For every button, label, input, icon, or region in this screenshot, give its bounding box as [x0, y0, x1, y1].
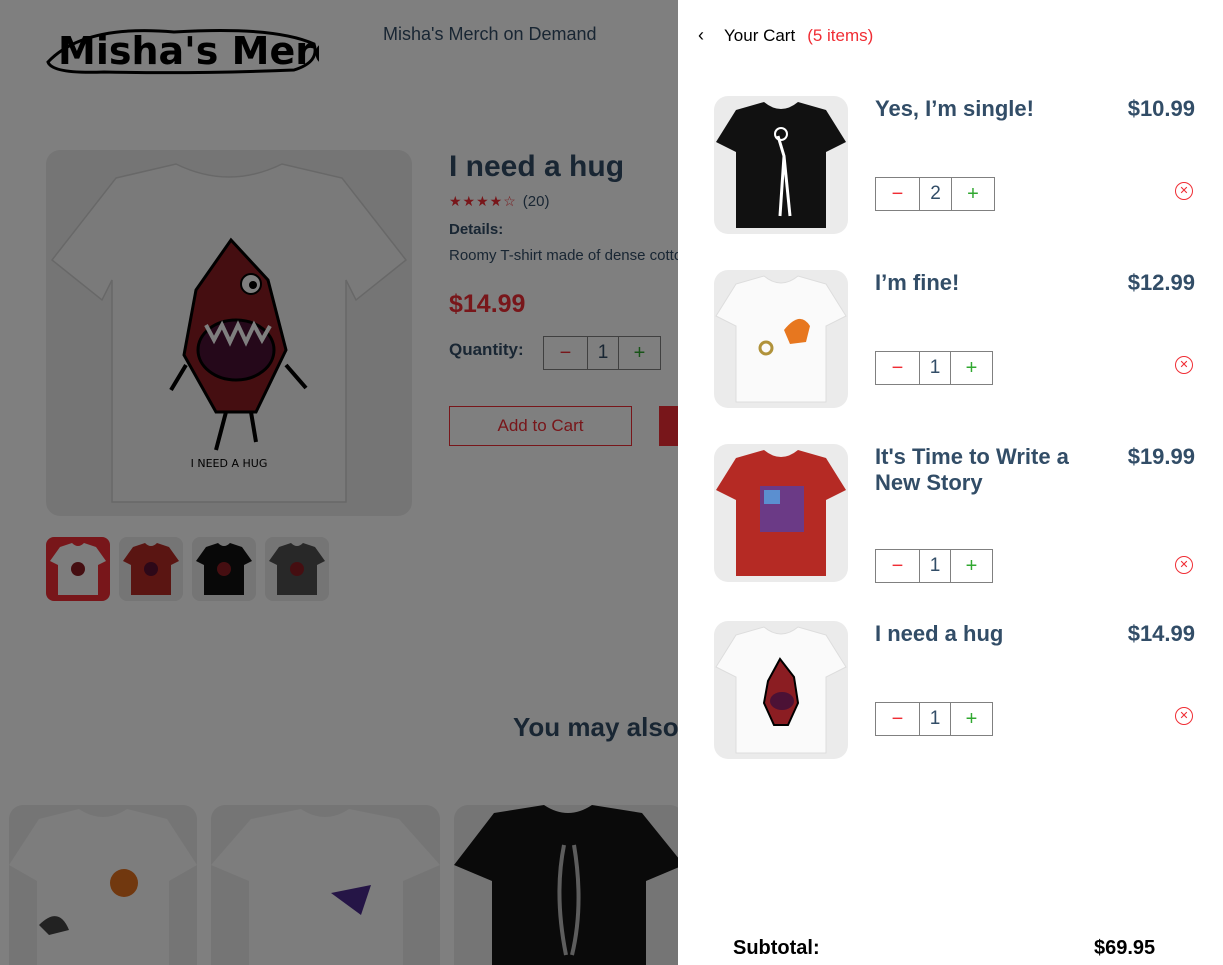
cart-item-name: It's Time to Write a New Story [875, 444, 1069, 495]
cart-item-image [714, 96, 848, 234]
decrease-quantity-button[interactable]: − [876, 703, 920, 735]
cart-item-name: Yes, I’m single! [875, 96, 1034, 121]
remove-item-icon[interactable]: ✕ [1175, 182, 1193, 200]
cart-item-price: $19.99 [1127, 444, 1195, 469]
cart-item-count: (5 items) [807, 25, 874, 45]
cart-item-shirt [715, 275, 847, 403]
increase-quantity-button[interactable]: + [952, 178, 994, 210]
cart-item: Yes, I’m single! $10.99 − 2 + ✕ [714, 96, 1199, 236]
cart-item-quantity-stepper: − 1 + [875, 351, 993, 385]
subtotal-value: $69.95 [1094, 937, 1156, 959]
cart-item-price: $14.99 [1127, 621, 1195, 646]
cart-item-price: $12.99 [1127, 270, 1195, 295]
cart-item: I’m fine! $12.99 − 1 + ✕ [714, 270, 1199, 410]
chevron-left-icon[interactable]: ‹ [698, 25, 716, 46]
cart-item-image [714, 444, 848, 582]
cart-item-price: $10.99 [1127, 96, 1195, 121]
cart-item: It's Time to Write a New Story $19.99 − … [714, 444, 1199, 584]
cart-item-quantity-stepper: − 1 + [875, 702, 993, 736]
quantity-value: 1 [920, 550, 951, 582]
cart-heading[interactable]: ‹ Your Cart (5 items) [698, 25, 873, 46]
cart-item-quantity-stepper: − 2 + [875, 177, 995, 211]
cart-item-image [714, 270, 848, 408]
decrease-quantity-button[interactable]: − [876, 550, 920, 582]
increase-quantity-button[interactable]: + [951, 703, 992, 735]
cart-item-quantity-stepper: − 1 + [875, 549, 993, 583]
quantity-value: 1 [920, 352, 951, 384]
remove-item-icon[interactable]: ✕ [1175, 707, 1193, 725]
cart-item-image [714, 621, 848, 759]
increase-quantity-button[interactable]: + [951, 352, 992, 384]
cart-item: I need a hug $14.99 − 1 + ✕ [714, 621, 1199, 761]
decrease-quantity-button[interactable]: − [876, 178, 920, 210]
cart-panel: ‹ Your Cart (5 items) Yes, I’m single! $… [678, 0, 1223, 965]
quantity-value: 1 [920, 703, 951, 735]
remove-item-icon[interactable]: ✕ [1175, 356, 1193, 374]
increase-quantity-button[interactable]: + [951, 550, 992, 582]
cart-title: Your Cart [724, 25, 796, 45]
cart-item-name: I’m fine! [875, 270, 960, 295]
remove-item-icon[interactable]: ✕ [1175, 556, 1193, 574]
cart-item-name: I need a hug [875, 621, 1004, 646]
decrease-quantity-button[interactable]: − [876, 352, 920, 384]
subtotal-label: Subtotal: [733, 937, 820, 959]
quantity-value: 2 [920, 178, 952, 210]
